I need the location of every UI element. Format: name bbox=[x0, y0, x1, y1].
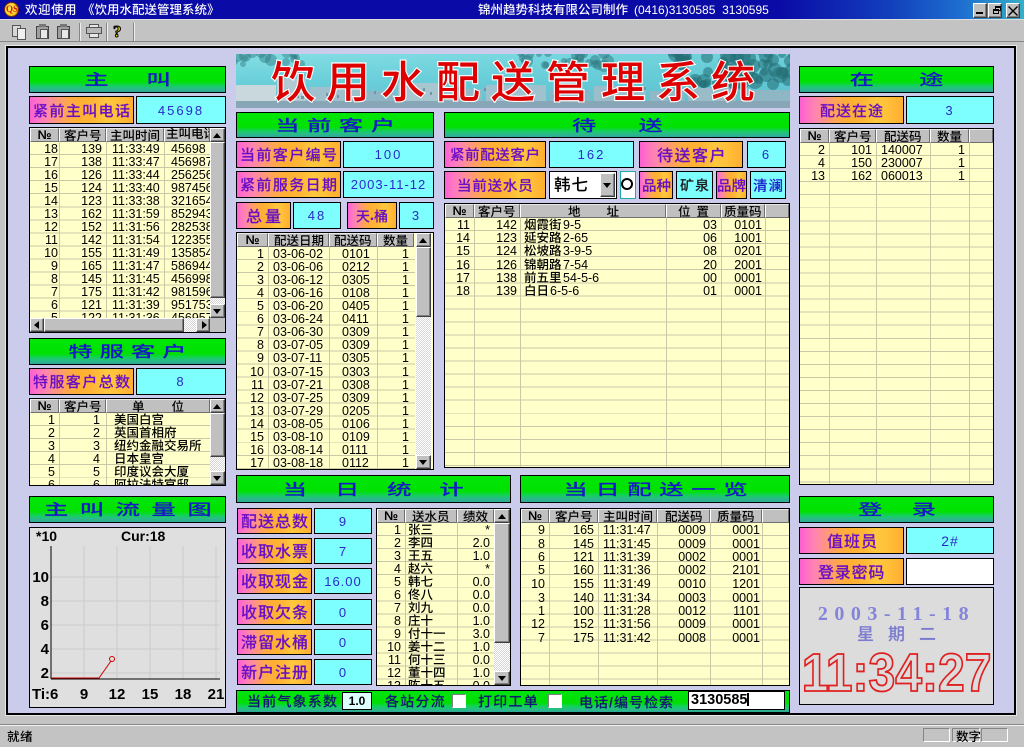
svg-text:2: 2 bbox=[41, 665, 49, 682]
svg-text:4: 4 bbox=[41, 641, 50, 658]
svg-text:12: 12 bbox=[109, 686, 126, 703]
svg-text:*10: *10 bbox=[36, 528, 57, 544]
svg-text:Ti:6: Ti:6 bbox=[32, 686, 58, 703]
svg-text:10: 10 bbox=[32, 569, 49, 586]
svg-text:9: 9 bbox=[80, 686, 88, 703]
svg-text:Cur:18: Cur:18 bbox=[121, 528, 166, 544]
svg-text:6: 6 bbox=[41, 617, 49, 634]
svg-text:18: 18 bbox=[175, 686, 192, 703]
svg-text:8: 8 bbox=[41, 593, 49, 610]
svg-text:15: 15 bbox=[142, 686, 159, 703]
svg-text:21: 21 bbox=[208, 686, 225, 703]
